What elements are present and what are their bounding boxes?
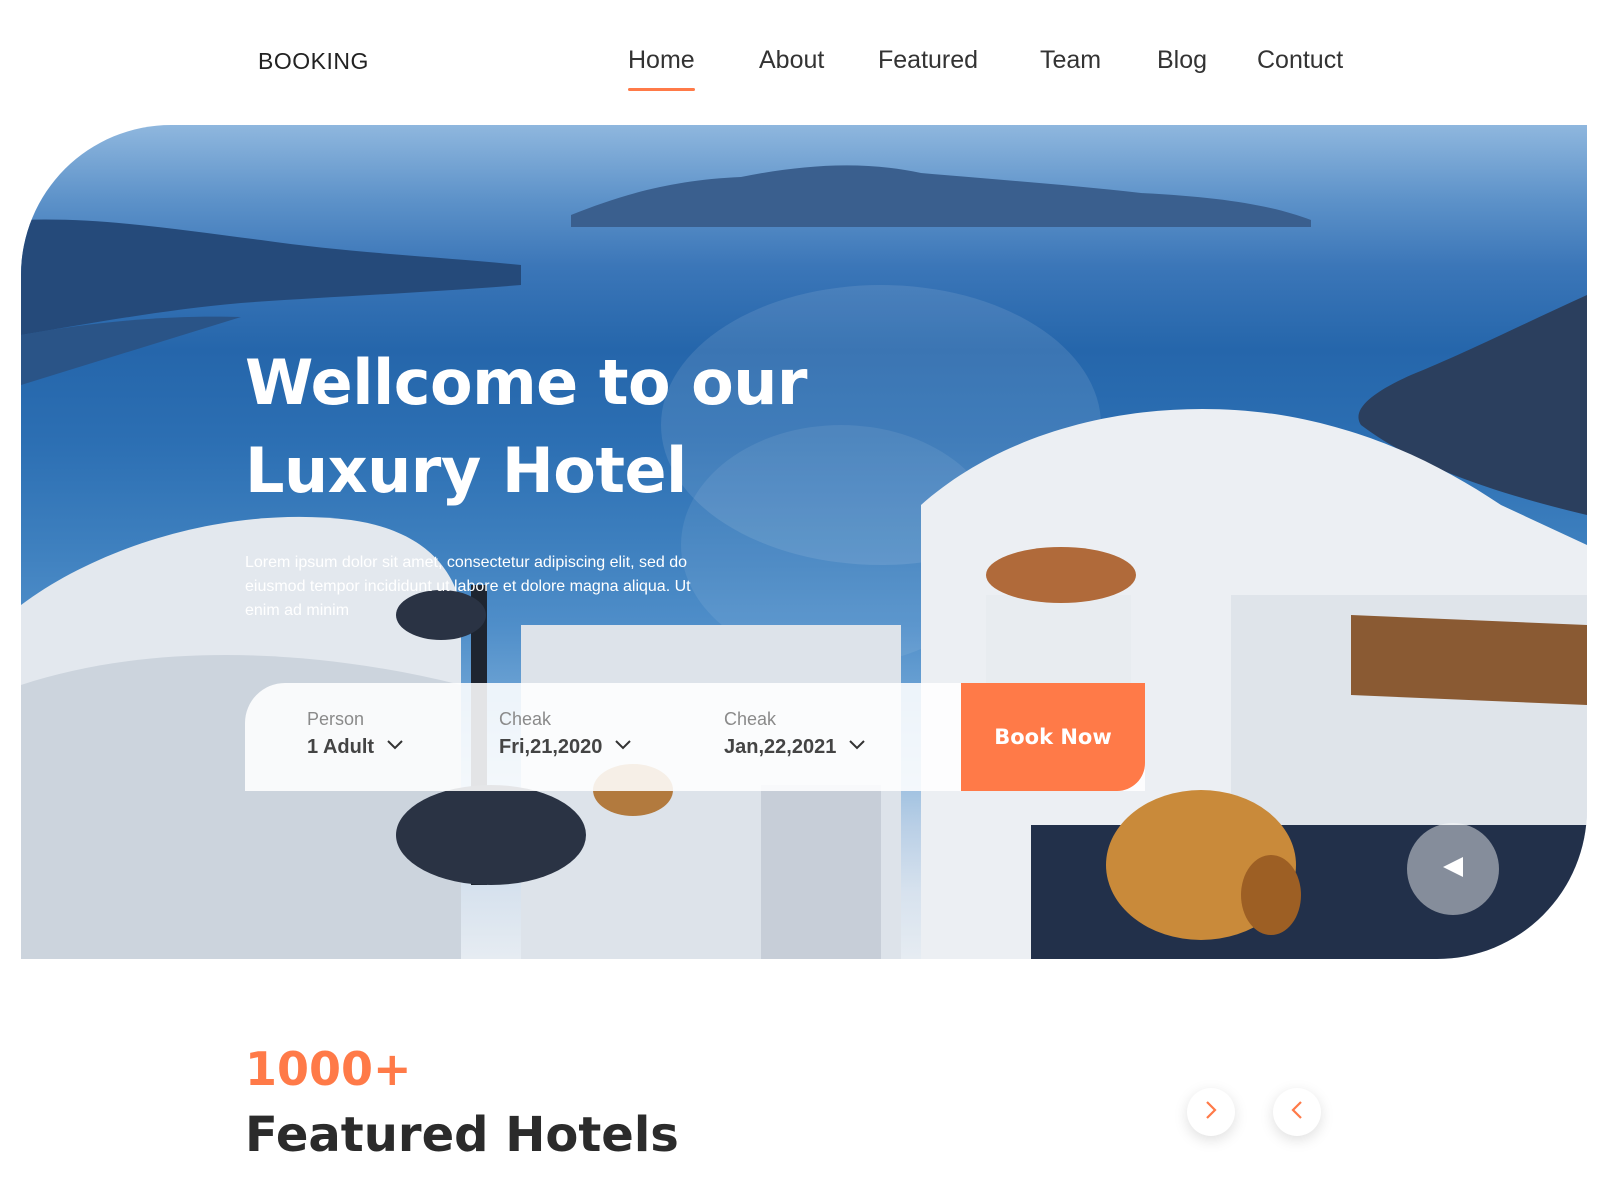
hero-background-image xyxy=(21,165,1587,959)
nav-featured[interactable]: Featured xyxy=(878,46,978,75)
nav-contact[interactable]: Contuct xyxy=(1257,46,1343,75)
chevron-down-icon xyxy=(614,738,632,756)
main-nav: Home About Featured Team Blog Contuct xyxy=(0,46,1600,96)
play-button[interactable] xyxy=(1407,823,1499,915)
chevron-left-icon xyxy=(1290,1100,1304,1125)
hero-title: Wellcome to our Luxury Hotel xyxy=(245,339,807,515)
nav-team[interactable]: Team xyxy=(1040,46,1101,75)
book-now-button[interactable]: Book Now xyxy=(961,683,1145,791)
person-value: 1 Adult xyxy=(307,736,375,758)
chevron-down-icon xyxy=(848,738,866,756)
checkin-value: Fri,21,2020 xyxy=(499,736,603,758)
nav-blog[interactable]: Blog xyxy=(1157,46,1207,75)
person-select[interactable]: Person 1 Adult xyxy=(307,709,404,759)
checkin-select[interactable]: Cheak Fri,21,2020 xyxy=(499,709,632,759)
checkin-label: Cheak xyxy=(499,709,552,729)
booking-form: Person 1 Adult Cheak Fri,21,2020 Cheak J… xyxy=(245,683,1145,791)
nav-about[interactable]: About xyxy=(759,46,824,75)
checkout-value: Jan,22,2021 xyxy=(724,736,837,758)
person-label: Person xyxy=(307,709,365,729)
checkout-label: Cheak xyxy=(724,709,777,729)
featured-title: Featured Hotels xyxy=(245,1107,679,1163)
nav-home[interactable]: Home xyxy=(628,46,695,91)
chevron-down-icon xyxy=(386,738,404,756)
chevron-right-icon xyxy=(1204,1100,1218,1125)
hero-description: Lorem ipsum dolor sit amet, consectetur … xyxy=(245,554,691,619)
prev-button[interactable] xyxy=(1273,1088,1321,1136)
featured-count: 1000+ xyxy=(245,1042,412,1096)
hero-banner: Wellcome to our Luxury Hotel Lorem ipsum… xyxy=(21,125,1587,959)
play-icon xyxy=(1439,853,1467,886)
checkout-select[interactable]: Cheak Jan,22,2021 xyxy=(724,709,866,759)
next-button[interactable] xyxy=(1187,1088,1235,1136)
hero-title-line2: Luxury Hotel xyxy=(245,434,687,507)
hero-title-line1: Wellcome to our xyxy=(245,346,807,419)
